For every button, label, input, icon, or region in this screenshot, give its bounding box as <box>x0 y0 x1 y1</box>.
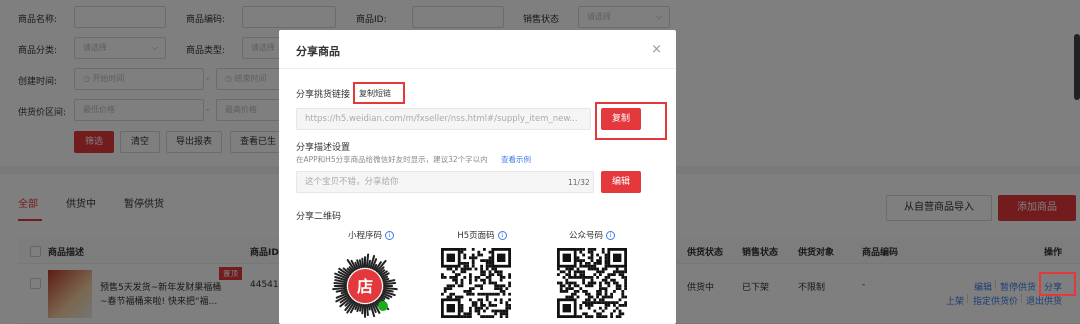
share-desc-hint: 在APP和H5分享商品给微信好友时显示，建议32个字以内 <box>296 155 488 164</box>
dialog-divider <box>279 68 676 69</box>
mini-program-code-graphic: 店 <box>331 252 399 320</box>
share-link-highlight <box>1039 272 1076 296</box>
mini-program-code-text: 小程序码 <box>347 231 382 241</box>
share-product-dialog: 分享商品 × 分享挑货链接 复制短链 https://h5.weidian.co… <box>279 30 676 324</box>
info-icon[interactable]: i <box>497 231 507 240</box>
desc-char-count: 11/32 <box>568 178 590 187</box>
h5-qr-graphic <box>441 248 511 318</box>
official-account-code-label: 公众号码 i <box>547 229 637 241</box>
h5-page-code-text: H5页面码 <box>457 231 495 241</box>
share-desc-placeholder: 这个宝贝不错，分享给你 <box>305 177 399 187</box>
official-account-qr-code[interactable] <box>557 248 627 324</box>
official-account-qr-graphic <box>557 248 627 318</box>
store-logo-text: 店 <box>357 277 373 296</box>
share-link-input[interactable]: https://h5.weidian.com/m/fxseller/nss.ht… <box>296 108 591 130</box>
dialog-title: 分享商品 <box>296 45 340 58</box>
view-example-link[interactable]: 查看示例 <box>501 154 531 165</box>
copy-button-highlight <box>595 102 667 140</box>
h5-page-code-label: H5页面码 i <box>437 229 527 241</box>
info-icon[interactable]: i <box>606 231 615 240</box>
info-icon[interactable]: i <box>385 231 394 240</box>
edit-desc-button[interactable]: 编辑 <box>601 171 641 193</box>
scrollbar[interactable] <box>1074 34 1080 100</box>
official-account-code-text: 公众号码 <box>568 231 603 241</box>
h5-page-qr-code[interactable] <box>441 248 511 324</box>
mini-program-code[interactable]: 店 <box>330 248 400 324</box>
share-qr-label: 分享二维码 <box>296 212 342 222</box>
share-desc-input[interactable]: 这个宝贝不错，分享给你 <box>296 171 594 193</box>
share-link-label: 分享挑货链接 <box>296 90 351 100</box>
copy-short-link-highlight <box>353 82 405 104</box>
close-icon[interactable]: × <box>651 42 662 57</box>
mini-program-code-label: 小程序码 i <box>326 229 416 241</box>
share-desc-label: 分享描述设置 <box>296 143 351 153</box>
